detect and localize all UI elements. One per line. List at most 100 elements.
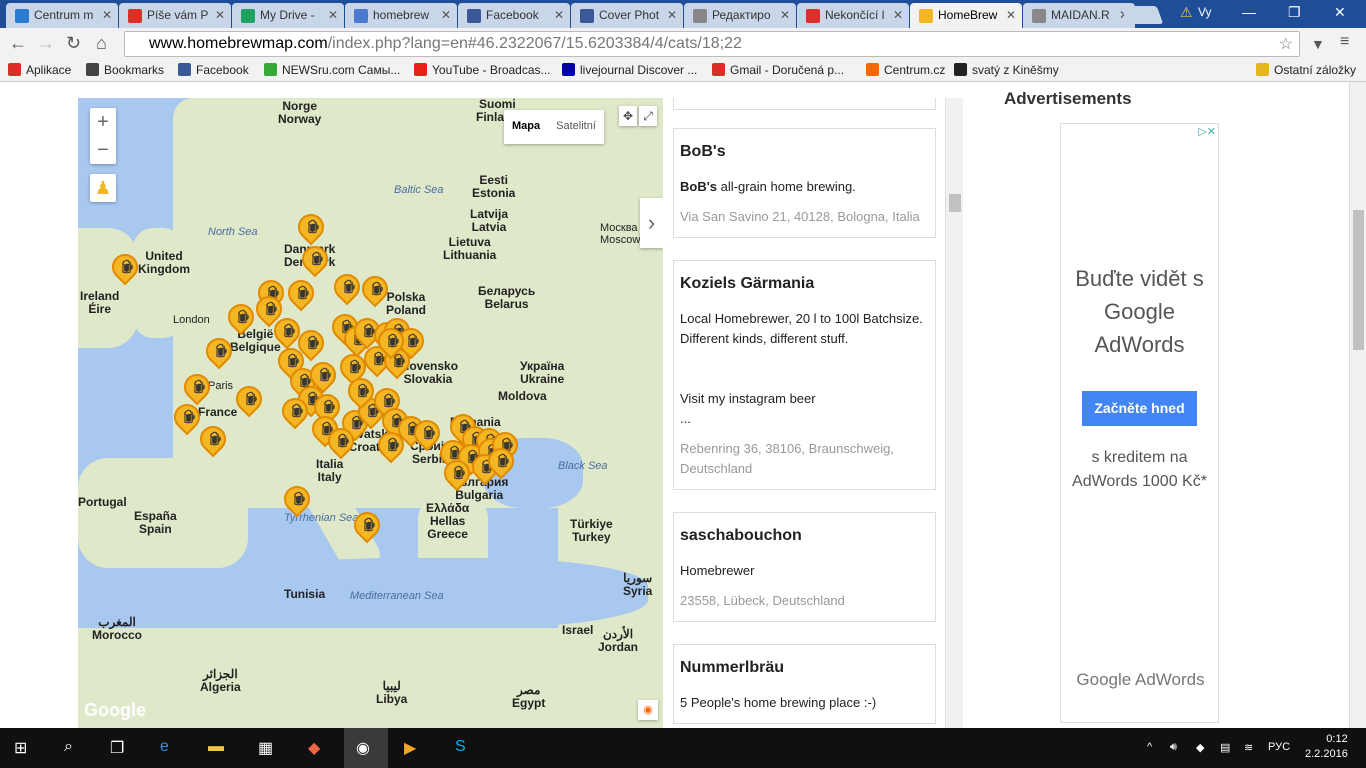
bookmark-item[interactable]: YouTube - Broadcas... <box>414 63 551 77</box>
tab-6[interactable]: Редактиро ✕ <box>684 3 796 28</box>
zoom-in-button[interactable]: + <box>90 108 116 136</box>
minimize-icon[interactable]: — <box>1242 4 1256 20</box>
tab-close-icon[interactable]: ✕ <box>554 8 564 22</box>
dropbox-icon[interactable]: ◆ <box>1196 741 1204 754</box>
clock-time[interactable]: 0:12 <box>1312 733 1362 745</box>
tab-close-icon[interactable]: ✕ <box>780 8 790 22</box>
panel-toggle-chevron-icon[interactable]: › <box>640 198 663 248</box>
tab-7[interactable]: Nekončící l ✕ <box>797 3 909 28</box>
homebrewer-marker-icon[interactable]: 🍺︎ <box>438 454 476 492</box>
new-tab-button[interactable] <box>1120 6 1164 24</box>
list-scrollbar-thumb[interactable] <box>949 194 961 212</box>
language-indicator[interactable]: РУС <box>1268 741 1290 753</box>
back-icon[interactable]: ← <box>9 33 27 54</box>
bookmark-item[interactable]: Ostatní záložky <box>1256 63 1356 77</box>
volume-icon[interactable]: 🔊︎ <box>1170 741 1177 754</box>
page-scrollbar[interactable] <box>1349 82 1366 728</box>
brewer-card[interactable]: BoB's BoB's all-grain home brewing. Via Sa… <box>673 128 936 238</box>
bookmark-item[interactable]: Centrum.cz <box>866 63 945 77</box>
bookmark-item[interactable]: livejournal Discover ... <box>562 63 697 77</box>
tab-close-icon[interactable]: ✕ <box>328 8 338 22</box>
page-scrollbar-thumb[interactable] <box>1353 210 1364 350</box>
homebrewer-marker-icon[interactable]: 🍺︎ <box>276 392 314 430</box>
ad-choices-icon[interactable]: ▷✕ <box>1198 125 1216 138</box>
brewer-name[interactable]: saschabouchon <box>680 527 929 545</box>
brewer-name[interactable]: Koziels Gärmania <box>680 275 929 293</box>
homebrewer-marker-icon[interactable]: 🍺︎ <box>356 270 394 308</box>
locate-icon[interactable]: ✥ <box>619 106 637 126</box>
network-icon[interactable]: ▤ <box>1220 741 1230 754</box>
tab-0[interactable]: Centrum m ✕ <box>6 3 118 28</box>
skype-icon[interactable]: S <box>455 738 466 756</box>
homebrewer-marker-icon[interactable]: 🍺︎ <box>194 420 232 458</box>
reload-icon[interactable]: ↻ <box>66 33 81 54</box>
search-icon[interactable]: ⌕ <box>64 738 73 756</box>
homebrewer-marker-icon[interactable]: 🍺︎ <box>292 208 330 246</box>
street-view-pegman-icon[interactable]: ♟ <box>90 174 116 202</box>
homebrewer-marker-icon[interactable]: 🍺︎ <box>268 312 306 350</box>
tab-close-icon[interactable]: ✕ <box>102 8 112 22</box>
bookmark-item[interactable]: Aplikace <box>8 63 71 77</box>
homebrewer-marker-icon[interactable]: 🍺︎ <box>278 480 316 518</box>
homebrewer-marker-icon[interactable]: 🍺︎ <box>168 398 206 436</box>
list-scrollbar[interactable] <box>945 98 963 728</box>
menu-icon[interactable]: ≡ <box>1340 33 1349 51</box>
brewer-name[interactable]: Nummerlbräu <box>680 659 929 677</box>
star-bookmark-icon[interactable]: ☆ <box>1279 34 1293 54</box>
wifi-icon[interactable]: ≋ <box>1244 741 1253 754</box>
tab-9[interactable]: MAIDAN.R✕ <box>1023 3 1135 28</box>
tab-5[interactable]: Cover Phot ✕ <box>571 3 683 28</box>
homebrewer-marker-icon[interactable]: 🍺︎ <box>230 380 268 418</box>
store-icon[interactable]: ▦ <box>258 738 273 758</box>
warning-icon[interactable]: ⚠ <box>1180 4 1193 21</box>
zoom-out-button[interactable]: − <box>90 136 116 164</box>
homebrewer-marker-icon[interactable]: 🍺︎ <box>200 332 238 370</box>
bookmark-item[interactable]: NEWSru.com Самы... <box>264 63 400 77</box>
bookmark-item[interactable]: Gmail - Doručená p... <box>712 63 844 77</box>
app-icon[interactable]: ◆ <box>308 738 320 758</box>
bookmark-item[interactable]: Facebook <box>178 63 249 77</box>
homebrewer-marker-icon[interactable]: 🍺︎ <box>222 298 260 336</box>
ad-banner[interactable]: ▷✕ Buďte vidět s Google AdWords Začněte … <box>1060 123 1219 723</box>
edge-icon[interactable]: e <box>160 738 169 756</box>
ad-cta-button[interactable]: Začněte hned <box>1082 391 1197 426</box>
fullscreen-icon[interactable]: ⤢ <box>639 106 657 126</box>
tab-close-icon[interactable]: ✕ <box>667 8 677 22</box>
tab-2[interactable]: My Drive - ✕ <box>232 3 344 28</box>
homebrewer-marker-icon[interactable]: 🍺︎ <box>372 426 410 464</box>
tab-close-icon[interactable]: ✕ <box>1006 8 1016 22</box>
pocket-extension-icon[interactable]: ▼ <box>1311 36 1325 52</box>
forward-icon[interactable]: → <box>37 33 55 54</box>
brewer-card[interactable]: Nummerlbräu 5 People's home brewing place… <box>673 644 936 724</box>
video-app-icon[interactable]: ▶ <box>404 738 416 758</box>
home-icon[interactable]: ⌂ <box>96 33 107 54</box>
profile-button[interactable]: Vy <box>1198 5 1212 19</box>
homebrewer-marker-icon[interactable]: 🍺︎ <box>372 322 410 360</box>
homebrewer-marker-icon[interactable]: 🍺︎ <box>408 414 446 452</box>
task-view-icon[interactable]: ❐ <box>110 738 124 758</box>
tray-arrow-icon[interactable]: ^ <box>1147 741 1152 753</box>
homebrewer-marker-icon[interactable]: 🍺︎ <box>482 442 520 480</box>
tab-close-icon[interactable]: ✕ <box>215 8 225 22</box>
brewer-name[interactable]: BoB's <box>680 143 929 161</box>
rss-icon[interactable]: ◉ <box>638 700 658 720</box>
chrome-taskbar-icon[interactable]: ◉ <box>344 728 388 768</box>
homebrewer-marker-icon[interactable]: 🍺︎ <box>348 506 386 544</box>
clock-date[interactable]: 2.2.2016 <box>1305 748 1348 760</box>
address-bar[interactable]: www.homebrewmap.com/index.php?lang=en#46… <box>124 31 1300 57</box>
homebrewer-marker-icon[interactable]: 🍺︎ <box>322 422 360 460</box>
bookmark-item[interactable]: Bookmarks <box>86 63 164 77</box>
tab-1[interactable]: Píše vám P ✕ <box>119 3 231 28</box>
tab-4[interactable]: Facebook ✕ <box>458 3 570 28</box>
map-type-map[interactable]: Mapa <box>504 110 548 142</box>
homebrewer-marker-icon[interactable]: 🍺︎ <box>282 274 320 312</box>
map[interactable]: Norge Norway Suomi Finland Eesti Estonia La… <box>78 98 663 728</box>
brewer-card[interactable]: Koziels Gärmania Local Homebrewer, 20 l t… <box>673 260 936 490</box>
tab-3[interactable]: homebrew ✕ <box>345 3 457 28</box>
tab-8[interactable]: HomeBrew ✕ <box>910 3 1022 28</box>
homebrewer-marker-icon[interactable]: 🍺︎ <box>296 240 334 278</box>
file-explorer-icon[interactable]: ▬ <box>208 738 224 756</box>
start-windows-icon[interactable]: ⊞ <box>14 738 27 758</box>
brewer-card[interactable]: saschabouchon Homebrewer 23558, Lübeck, De… <box>673 512 936 622</box>
map-type-satellite[interactable]: Satelitní <box>548 110 604 142</box>
